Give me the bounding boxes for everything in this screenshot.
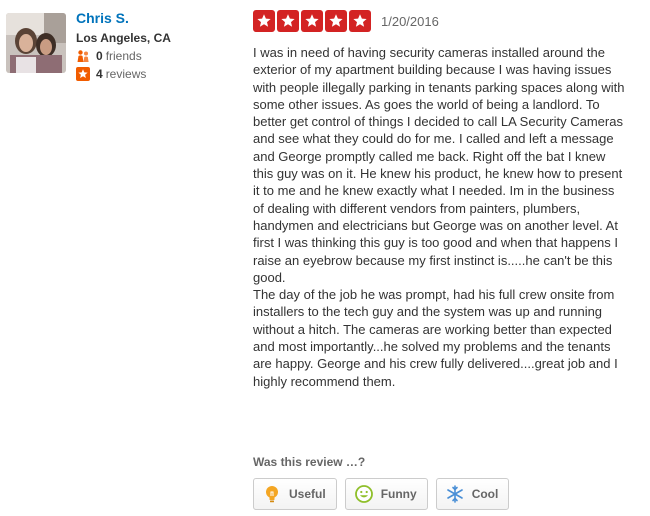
lightbulb-icon bbox=[262, 484, 282, 504]
rating-star-icon bbox=[349, 10, 371, 32]
reviews-count: 4 bbox=[96, 67, 103, 81]
star-rating bbox=[253, 10, 371, 32]
friends-icon bbox=[76, 49, 90, 63]
rating-star-icon bbox=[277, 10, 299, 32]
friends-label: friends bbox=[105, 49, 142, 63]
review-star-icon bbox=[76, 67, 90, 81]
review-content: 1/20/2016 I was in need of having securi… bbox=[253, 9, 633, 390]
friends-count: 0 bbox=[96, 49, 103, 63]
reviews-label: reviews bbox=[105, 67, 147, 81]
useful-button[interactable]: Useful bbox=[253, 478, 337, 510]
reviews-count-stat: 4 reviews bbox=[76, 65, 171, 83]
review-date: 1/20/2016 bbox=[381, 13, 439, 29]
funny-label: Funny bbox=[380, 487, 417, 501]
rating-star-icon bbox=[301, 10, 323, 32]
user-name-link[interactable]: Chris S. bbox=[76, 9, 171, 27]
rating-star-icon bbox=[325, 10, 347, 32]
review-feedback: Was this review …? Useful Funny Cool bbox=[253, 455, 510, 510]
useful-label: Useful bbox=[289, 487, 326, 501]
avatar[interactable] bbox=[6, 13, 66, 73]
rating-star-icon bbox=[253, 10, 275, 32]
rating-row: 1/20/2016 bbox=[253, 9, 633, 33]
feedback-question: Was this review …? bbox=[253, 455, 366, 469]
review-text: I was in need of having security cameras… bbox=[253, 45, 625, 389]
smiley-icon bbox=[354, 484, 374, 504]
user-location: Los Angeles, CA bbox=[76, 31, 171, 45]
cool-button[interactable]: Cool bbox=[435, 478, 510, 510]
user-passport: Chris S. Los Angeles, CA 0 friends 4 rev… bbox=[6, 9, 236, 81]
funny-button[interactable]: Funny bbox=[344, 478, 428, 510]
cool-label: Cool bbox=[471, 487, 499, 501]
snowflake-icon bbox=[445, 484, 465, 504]
friends-count-stat: 0 friends bbox=[76, 47, 171, 65]
